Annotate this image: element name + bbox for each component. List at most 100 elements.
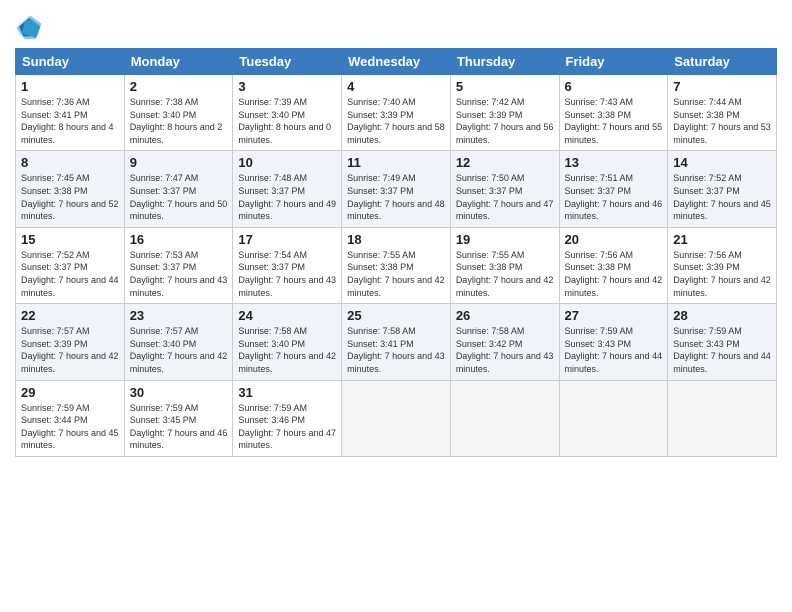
day-info: Sunrise: 7:48 AMSunset: 3:37 PMDaylight:…	[238, 173, 336, 221]
day-info: Sunrise: 7:49 AMSunset: 3:37 PMDaylight:…	[347, 173, 445, 221]
weekday-header: Thursday	[450, 49, 559, 75]
day-info: Sunrise: 7:59 AMSunset: 3:45 PMDaylight:…	[130, 403, 228, 451]
calendar-day-cell: 15 Sunrise: 7:52 AMSunset: 3:37 PMDaylig…	[16, 227, 125, 303]
weekday-header: Monday	[124, 49, 233, 75]
calendar-day-cell: 28 Sunrise: 7:59 AMSunset: 3:43 PMDaylig…	[668, 304, 777, 380]
calendar-week-row: 8 Sunrise: 7:45 AMSunset: 3:38 PMDayligh…	[16, 151, 777, 227]
calendar-day-cell: 13 Sunrise: 7:51 AMSunset: 3:37 PMDaylig…	[559, 151, 668, 227]
weekday-header: Saturday	[668, 49, 777, 75]
day-number: 22	[21, 308, 119, 323]
day-info: Sunrise: 7:36 AMSunset: 3:41 PMDaylight:…	[21, 97, 114, 145]
day-number: 2	[130, 79, 228, 94]
day-info: Sunrise: 7:43 AMSunset: 3:38 PMDaylight:…	[565, 97, 663, 145]
day-info: Sunrise: 7:56 AMSunset: 3:38 PMDaylight:…	[565, 250, 663, 298]
calendar-day-cell: 3 Sunrise: 7:39 AMSunset: 3:40 PMDayligh…	[233, 75, 342, 151]
day-info: Sunrise: 7:38 AMSunset: 3:40 PMDaylight:…	[130, 97, 223, 145]
calendar-day-cell: 7 Sunrise: 7:44 AMSunset: 3:38 PMDayligh…	[668, 75, 777, 151]
calendar-day-cell: 21 Sunrise: 7:56 AMSunset: 3:39 PMDaylig…	[668, 227, 777, 303]
logo	[15, 14, 47, 42]
calendar-day-cell: 2 Sunrise: 7:38 AMSunset: 3:40 PMDayligh…	[124, 75, 233, 151]
day-number: 31	[238, 385, 336, 400]
day-number: 30	[130, 385, 228, 400]
calendar-day-cell: 16 Sunrise: 7:53 AMSunset: 3:37 PMDaylig…	[124, 227, 233, 303]
calendar-header-row: SundayMondayTuesdayWednesdayThursdayFrid…	[16, 49, 777, 75]
day-info: Sunrise: 7:40 AMSunset: 3:39 PMDaylight:…	[347, 97, 445, 145]
day-number: 18	[347, 232, 445, 247]
calendar-day-cell: 14 Sunrise: 7:52 AMSunset: 3:37 PMDaylig…	[668, 151, 777, 227]
calendar-day-cell	[559, 380, 668, 456]
day-info: Sunrise: 7:58 AMSunset: 3:42 PMDaylight:…	[456, 326, 554, 374]
calendar-day-cell: 23 Sunrise: 7:57 AMSunset: 3:40 PMDaylig…	[124, 304, 233, 380]
calendar-day-cell: 11 Sunrise: 7:49 AMSunset: 3:37 PMDaylig…	[342, 151, 451, 227]
day-number: 1	[21, 79, 119, 94]
day-number: 23	[130, 308, 228, 323]
day-info: Sunrise: 7:39 AMSunset: 3:40 PMDaylight:…	[238, 97, 331, 145]
day-number: 9	[130, 155, 228, 170]
page: SundayMondayTuesdayWednesdayThursdayFrid…	[0, 0, 792, 612]
day-info: Sunrise: 7:59 AMSunset: 3:43 PMDaylight:…	[673, 326, 771, 374]
header	[15, 10, 777, 42]
weekday-header: Friday	[559, 49, 668, 75]
day-number: 15	[21, 232, 119, 247]
day-number: 4	[347, 79, 445, 94]
calendar-day-cell	[342, 380, 451, 456]
calendar-day-cell: 30 Sunrise: 7:59 AMSunset: 3:45 PMDaylig…	[124, 380, 233, 456]
day-info: Sunrise: 7:57 AMSunset: 3:39 PMDaylight:…	[21, 326, 119, 374]
calendar-day-cell: 17 Sunrise: 7:54 AMSunset: 3:37 PMDaylig…	[233, 227, 342, 303]
day-info: Sunrise: 7:57 AMSunset: 3:40 PMDaylight:…	[130, 326, 228, 374]
day-number: 20	[565, 232, 663, 247]
day-info: Sunrise: 7:51 AMSunset: 3:37 PMDaylight:…	[565, 173, 663, 221]
calendar-day-cell: 25 Sunrise: 7:58 AMSunset: 3:41 PMDaylig…	[342, 304, 451, 380]
calendar-day-cell: 10 Sunrise: 7:48 AMSunset: 3:37 PMDaylig…	[233, 151, 342, 227]
day-number: 24	[238, 308, 336, 323]
day-number: 16	[130, 232, 228, 247]
calendar-week-row: 1 Sunrise: 7:36 AMSunset: 3:41 PMDayligh…	[16, 75, 777, 151]
day-number: 6	[565, 79, 663, 94]
calendar-table: SundayMondayTuesdayWednesdayThursdayFrid…	[15, 48, 777, 457]
calendar-day-cell: 27 Sunrise: 7:59 AMSunset: 3:43 PMDaylig…	[559, 304, 668, 380]
calendar-day-cell: 24 Sunrise: 7:58 AMSunset: 3:40 PMDaylig…	[233, 304, 342, 380]
calendar-day-cell: 19 Sunrise: 7:55 AMSunset: 3:38 PMDaylig…	[450, 227, 559, 303]
calendar-day-cell: 8 Sunrise: 7:45 AMSunset: 3:38 PMDayligh…	[16, 151, 125, 227]
logo-icon	[15, 14, 43, 42]
day-number: 21	[673, 232, 771, 247]
day-info: Sunrise: 7:52 AMSunset: 3:37 PMDaylight:…	[21, 250, 119, 298]
day-number: 8	[21, 155, 119, 170]
day-number: 12	[456, 155, 554, 170]
day-info: Sunrise: 7:59 AMSunset: 3:44 PMDaylight:…	[21, 403, 119, 451]
weekday-header: Sunday	[16, 49, 125, 75]
day-number: 27	[565, 308, 663, 323]
day-number: 3	[238, 79, 336, 94]
day-number: 5	[456, 79, 554, 94]
day-number: 13	[565, 155, 663, 170]
day-info: Sunrise: 7:47 AMSunset: 3:37 PMDaylight:…	[130, 173, 228, 221]
day-info: Sunrise: 7:50 AMSunset: 3:37 PMDaylight:…	[456, 173, 554, 221]
calendar-day-cell: 20 Sunrise: 7:56 AMSunset: 3:38 PMDaylig…	[559, 227, 668, 303]
calendar-day-cell: 5 Sunrise: 7:42 AMSunset: 3:39 PMDayligh…	[450, 75, 559, 151]
weekday-header: Tuesday	[233, 49, 342, 75]
day-number: 19	[456, 232, 554, 247]
calendar-day-cell: 1 Sunrise: 7:36 AMSunset: 3:41 PMDayligh…	[16, 75, 125, 151]
calendar-week-row: 22 Sunrise: 7:57 AMSunset: 3:39 PMDaylig…	[16, 304, 777, 380]
weekday-header: Wednesday	[342, 49, 451, 75]
calendar-day-cell: 6 Sunrise: 7:43 AMSunset: 3:38 PMDayligh…	[559, 75, 668, 151]
day-number: 11	[347, 155, 445, 170]
calendar-day-cell: 26 Sunrise: 7:58 AMSunset: 3:42 PMDaylig…	[450, 304, 559, 380]
calendar-day-cell: 22 Sunrise: 7:57 AMSunset: 3:39 PMDaylig…	[16, 304, 125, 380]
day-info: Sunrise: 7:42 AMSunset: 3:39 PMDaylight:…	[456, 97, 554, 145]
day-info: Sunrise: 7:59 AMSunset: 3:46 PMDaylight:…	[238, 403, 336, 451]
day-info: Sunrise: 7:54 AMSunset: 3:37 PMDaylight:…	[238, 250, 336, 298]
day-number: 29	[21, 385, 119, 400]
day-number: 14	[673, 155, 771, 170]
day-info: Sunrise: 7:58 AMSunset: 3:40 PMDaylight:…	[238, 326, 336, 374]
calendar-day-cell: 9 Sunrise: 7:47 AMSunset: 3:37 PMDayligh…	[124, 151, 233, 227]
calendar-day-cell: 29 Sunrise: 7:59 AMSunset: 3:44 PMDaylig…	[16, 380, 125, 456]
day-number: 10	[238, 155, 336, 170]
calendar-week-row: 29 Sunrise: 7:59 AMSunset: 3:44 PMDaylig…	[16, 380, 777, 456]
day-info: Sunrise: 7:52 AMSunset: 3:37 PMDaylight:…	[673, 173, 771, 221]
day-info: Sunrise: 7:45 AMSunset: 3:38 PMDaylight:…	[21, 173, 119, 221]
calendar-day-cell: 18 Sunrise: 7:55 AMSunset: 3:38 PMDaylig…	[342, 227, 451, 303]
day-number: 17	[238, 232, 336, 247]
calendar-day-cell: 31 Sunrise: 7:59 AMSunset: 3:46 PMDaylig…	[233, 380, 342, 456]
calendar-day-cell: 4 Sunrise: 7:40 AMSunset: 3:39 PMDayligh…	[342, 75, 451, 151]
